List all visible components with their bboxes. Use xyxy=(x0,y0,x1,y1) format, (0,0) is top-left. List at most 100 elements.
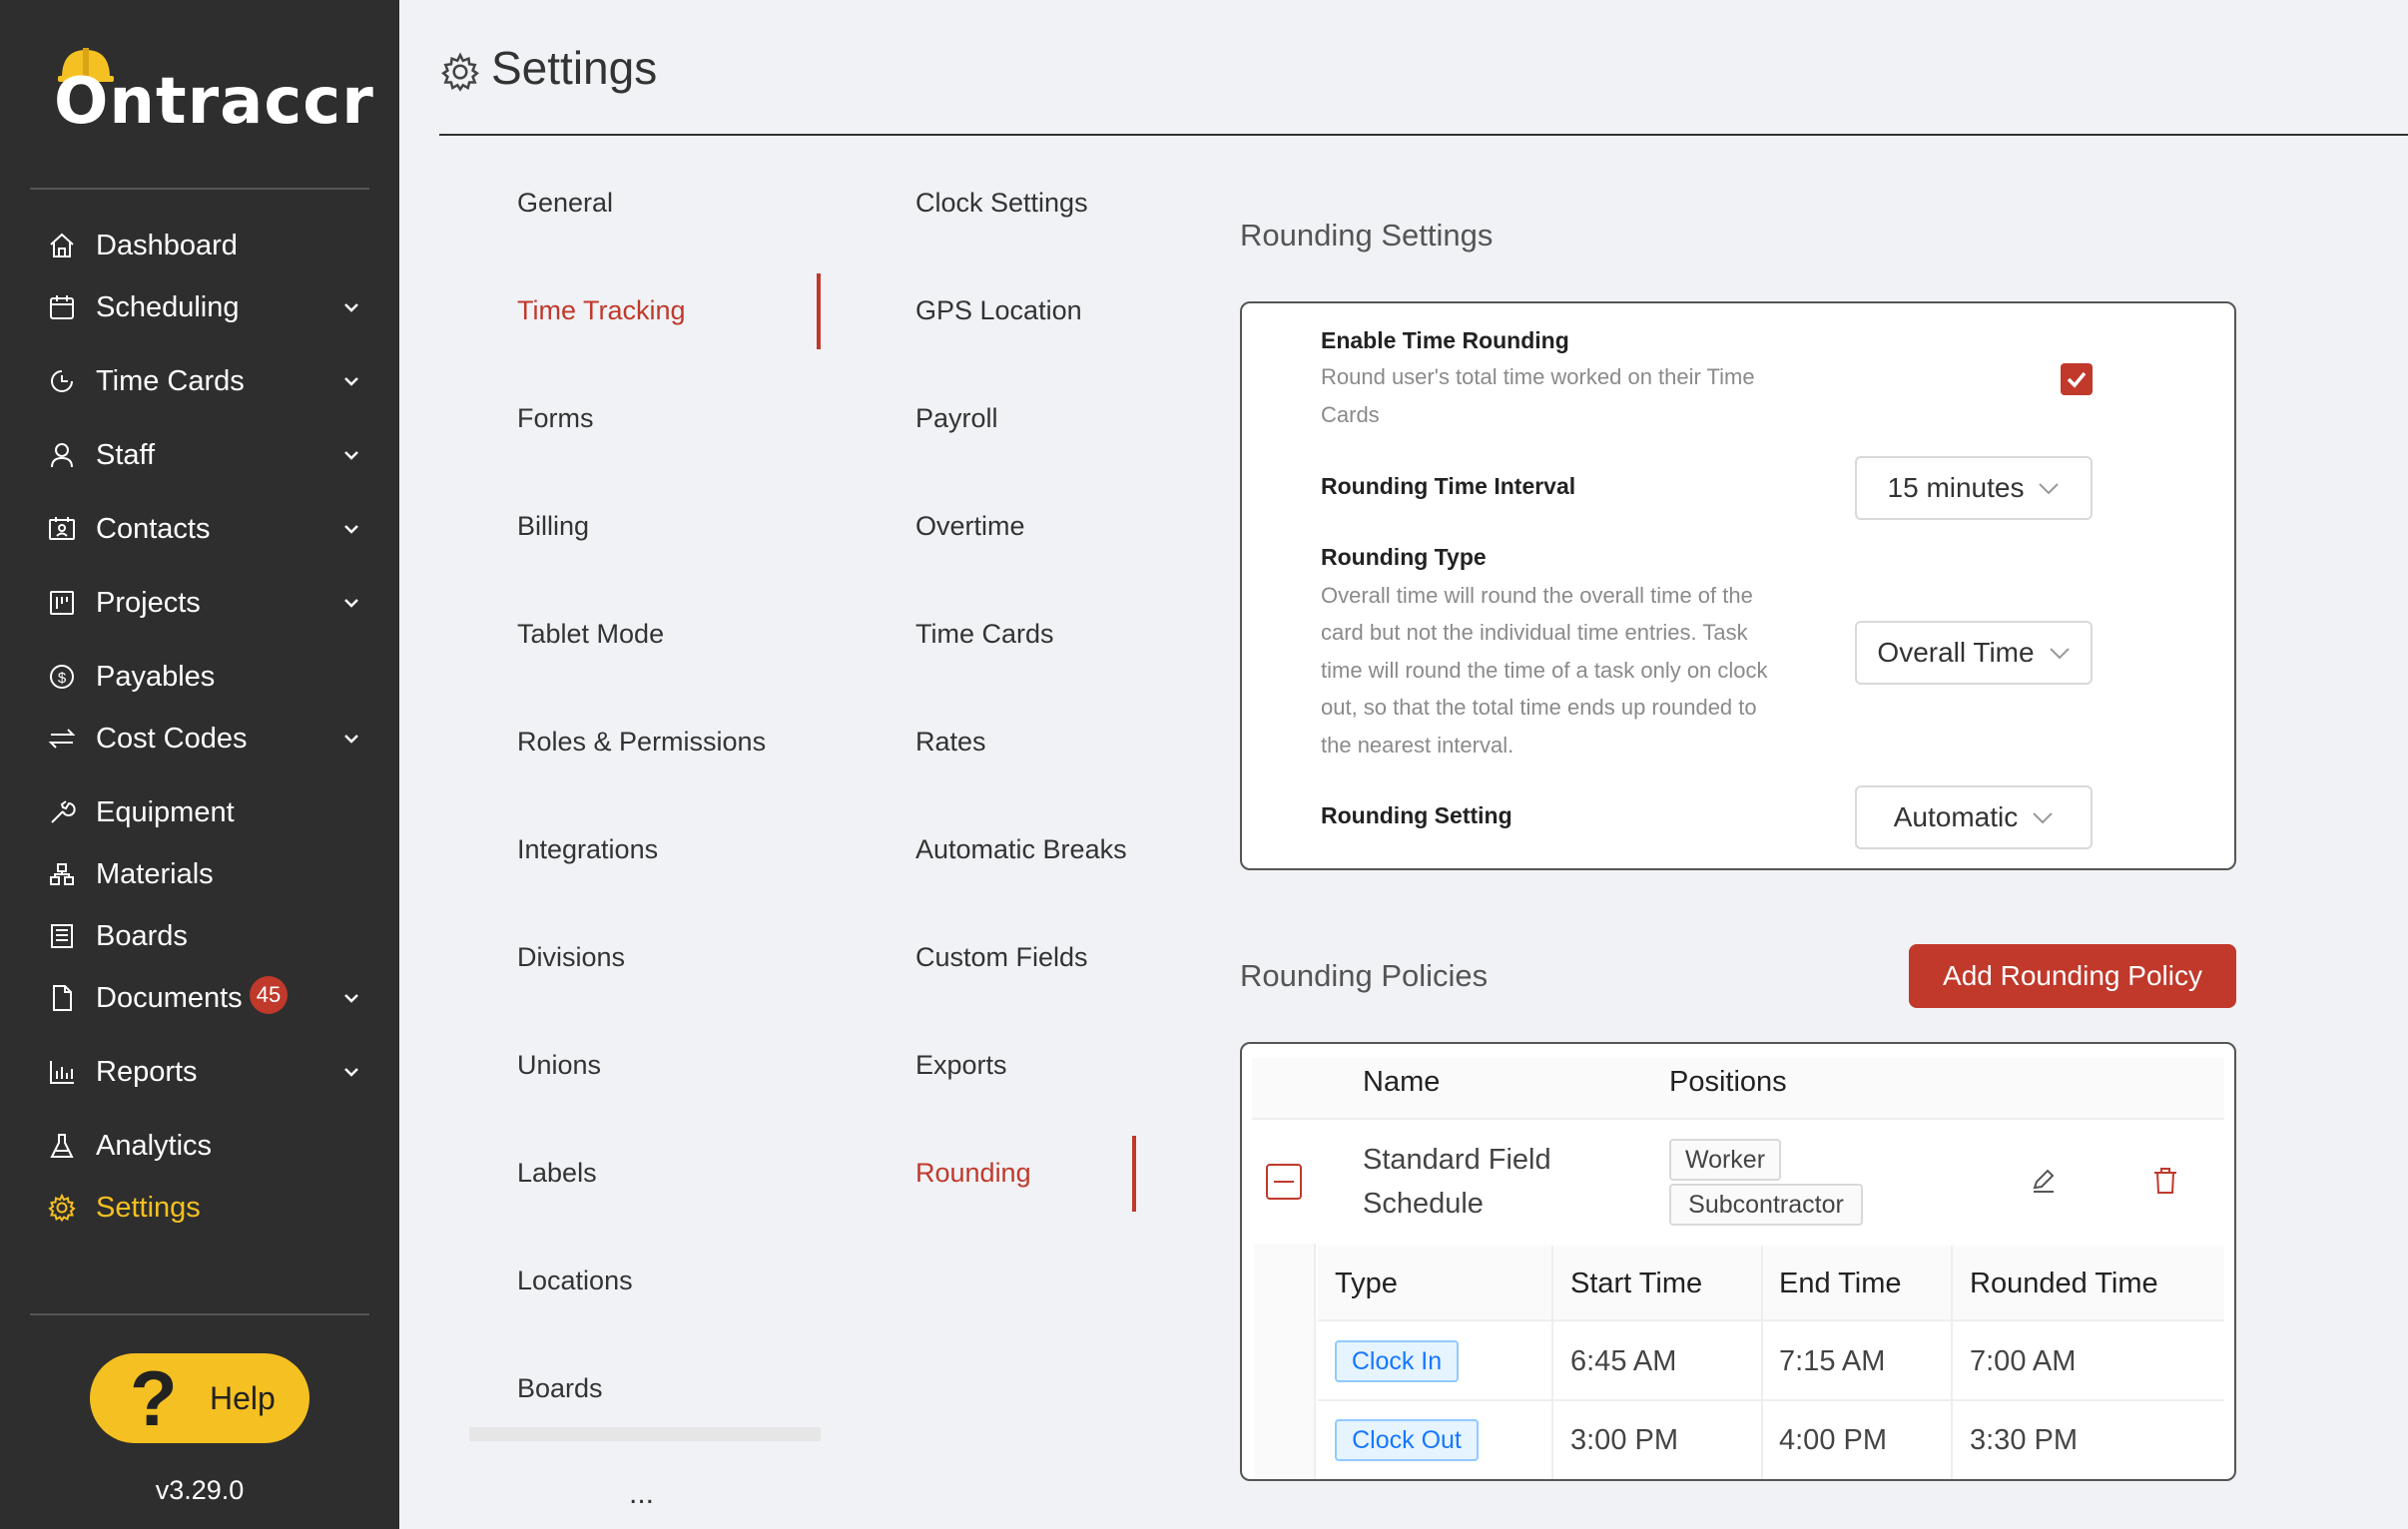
rounding-interval-select[interactable]: 15 minutes xyxy=(1855,456,2093,520)
sidebar-item-payables[interactable]: $ Payables xyxy=(0,651,399,703)
sidebar-item-analytics[interactable]: Analytics xyxy=(0,1120,399,1172)
rounding-setting-select[interactable]: Automatic xyxy=(1855,785,2093,849)
sidebar-item-materials[interactable]: Materials xyxy=(0,848,399,900)
sidebar-item-documents[interactable]: Documents 45 xyxy=(0,972,399,1024)
sidebar-item-label: Cost Codes xyxy=(96,722,248,755)
rounding-setting-title: Rounding Setting xyxy=(1321,802,1512,828)
sidebar-item-label: Scheduling xyxy=(96,290,240,323)
subtab-gps-location[interactable]: GPS Location xyxy=(915,295,1082,326)
enable-rounding-checkbox[interactable] xyxy=(2061,363,2093,395)
subtab-rounding[interactable]: Rounding xyxy=(915,1158,1031,1189)
sidebar-item-dashboard[interactable]: Dashboard xyxy=(0,220,399,271)
sidebar-item-projects[interactable]: Projects xyxy=(0,577,399,629)
sidebar-item-label: Staff xyxy=(96,438,156,471)
home-icon xyxy=(46,230,78,261)
policy-name-line1: Standard Field xyxy=(1363,1144,1551,1176)
question-icon: ? xyxy=(130,1354,178,1442)
settings-tab-integrations[interactable]: Integrations xyxy=(517,834,658,865)
settings-tab-time-tracking[interactable]: Time Tracking xyxy=(517,295,686,326)
active-tab-indicator xyxy=(1132,1136,1136,1212)
subtab-payroll[interactable]: Payroll xyxy=(915,403,998,434)
sidebar-item-label: Documents xyxy=(96,981,243,1014)
rounding-type-desc-line: the nearest interval. xyxy=(1321,733,1514,758)
subtab-automatic-breaks[interactable]: Automatic Breaks xyxy=(915,834,1127,865)
rounding-type-desc-line: card but not the individual time entries… xyxy=(1321,620,1748,645)
subtab-clock-settings[interactable]: Clock Settings xyxy=(915,188,1088,219)
add-rounding-policy-button[interactable]: Add Rounding Policy xyxy=(1909,944,2236,1008)
column-header-positions: Positions xyxy=(1669,1066,1787,1098)
sidebar-item-contacts[interactable]: Contacts xyxy=(0,503,399,555)
swap-icon xyxy=(46,723,78,755)
sidebar-item-reports[interactable]: Reports xyxy=(0,1046,399,1098)
rounding-policies-title: Rounding Policies xyxy=(1240,958,1489,993)
subtab-exports[interactable]: Exports xyxy=(915,1050,1007,1081)
logo-text: Ontraccr xyxy=(54,65,374,139)
rule-end-time: 4:00 PM xyxy=(1779,1424,1887,1456)
rule-rounded-time: 3:30 PM xyxy=(1970,1424,2078,1456)
materials-icon xyxy=(46,858,78,890)
sidebar-item-label: Dashboard xyxy=(96,229,238,261)
subtab-rates[interactable]: Rates xyxy=(915,727,986,758)
settings-tab-billing[interactable]: Billing xyxy=(517,511,589,542)
sidebar-item-label: Time Cards xyxy=(96,364,245,397)
chevron-down-icon xyxy=(344,451,358,460)
app-logo[interactable]: Ontraccr xyxy=(50,44,373,134)
rounding-type-title: Rounding Type xyxy=(1321,544,1487,570)
sub-column-header-rounded: Rounded Time xyxy=(1970,1268,2158,1299)
chevron-down-icon xyxy=(2049,648,2070,660)
sidebar-item-settings[interactable]: Settings xyxy=(0,1182,399,1234)
rounding-settings-title: Rounding Settings xyxy=(1240,218,1494,253)
subtab-custom-fields[interactable]: Custom Fields xyxy=(915,942,1088,973)
expanded-row-gutter xyxy=(1254,1244,1316,1479)
clock-icon xyxy=(46,365,78,397)
sidebar-item-label: Boards xyxy=(96,919,188,952)
enable-rounding-title: Enable Time Rounding xyxy=(1321,327,1569,353)
chevron-down-icon xyxy=(344,735,358,744)
rounding-type-desc-line: time will round the time of a task only … xyxy=(1321,658,1768,683)
settings-tab-unions[interactable]: Unions xyxy=(517,1050,601,1081)
settings-tab-general[interactable]: General xyxy=(517,188,613,219)
app-version: v3.29.0 xyxy=(155,1475,245,1505)
page-header: Settings xyxy=(439,36,657,100)
sidebar-item-scheduling[interactable]: Scheduling xyxy=(0,281,399,333)
settings-tab-roles-permissions[interactable]: Roles & Permissions xyxy=(517,727,766,758)
chevron-down-icon xyxy=(344,994,358,1003)
enable-rounding-desc-line1: Round user's total time worked on their … xyxy=(1321,364,1755,389)
chevron-down-icon xyxy=(2039,483,2060,495)
subtab-overtime[interactable]: Overtime xyxy=(915,511,1025,542)
more-tabs-indicator[interactable]: ... xyxy=(629,1477,654,1511)
sidebar-item-label: Settings xyxy=(96,1191,201,1224)
scrollbar-track[interactable] xyxy=(469,1427,821,1441)
settings-tab-forms[interactable]: Forms xyxy=(517,403,594,434)
settings-tab-labels[interactable]: Labels xyxy=(517,1158,597,1189)
sidebar-item-label: Materials xyxy=(96,857,214,890)
sub-column-header-type: Type xyxy=(1335,1268,1398,1299)
svg-text:$: $ xyxy=(58,670,67,687)
sidebar-item-label: Analytics xyxy=(96,1129,213,1162)
wrench-icon xyxy=(46,796,78,828)
settings-tab-boards[interactable]: Boards xyxy=(517,1373,603,1404)
file-icon xyxy=(46,982,78,1014)
sidebar-item-time-cards[interactable]: Time Cards xyxy=(0,355,399,407)
column-header-name: Name xyxy=(1363,1066,1441,1098)
row-divider xyxy=(1318,1399,2224,1401)
sidebar-divider xyxy=(30,1313,369,1315)
flask-icon xyxy=(46,1130,78,1162)
sidebar-item-staff[interactable]: Staff xyxy=(0,429,399,481)
collapse-row-button[interactable] xyxy=(1266,1164,1302,1200)
column-divider xyxy=(1761,1246,1763,1479)
settings-tab-divisions[interactable]: Divisions xyxy=(517,942,625,973)
settings-tab-tablet-mode[interactable]: Tablet Mode xyxy=(517,619,664,650)
sub-column-header-end: End Time xyxy=(1779,1268,1902,1299)
help-button[interactable]: ? Help xyxy=(90,1353,309,1443)
settings-tab-locations[interactable]: Locations xyxy=(517,1266,633,1296)
edit-icon[interactable] xyxy=(2027,1164,2061,1198)
sidebar-item-cost-codes[interactable]: Cost Codes xyxy=(0,713,399,764)
subtab-time-cards[interactable]: Time Cards xyxy=(915,619,1054,650)
sidebar-item-boards[interactable]: Boards xyxy=(0,910,399,962)
project-icon xyxy=(46,587,78,619)
delete-icon[interactable] xyxy=(2148,1164,2182,1198)
rounding-type-select[interactable]: Overall Time xyxy=(1855,621,2093,685)
sidebar-item-equipment[interactable]: Equipment xyxy=(0,786,399,838)
column-divider xyxy=(1551,1246,1553,1479)
